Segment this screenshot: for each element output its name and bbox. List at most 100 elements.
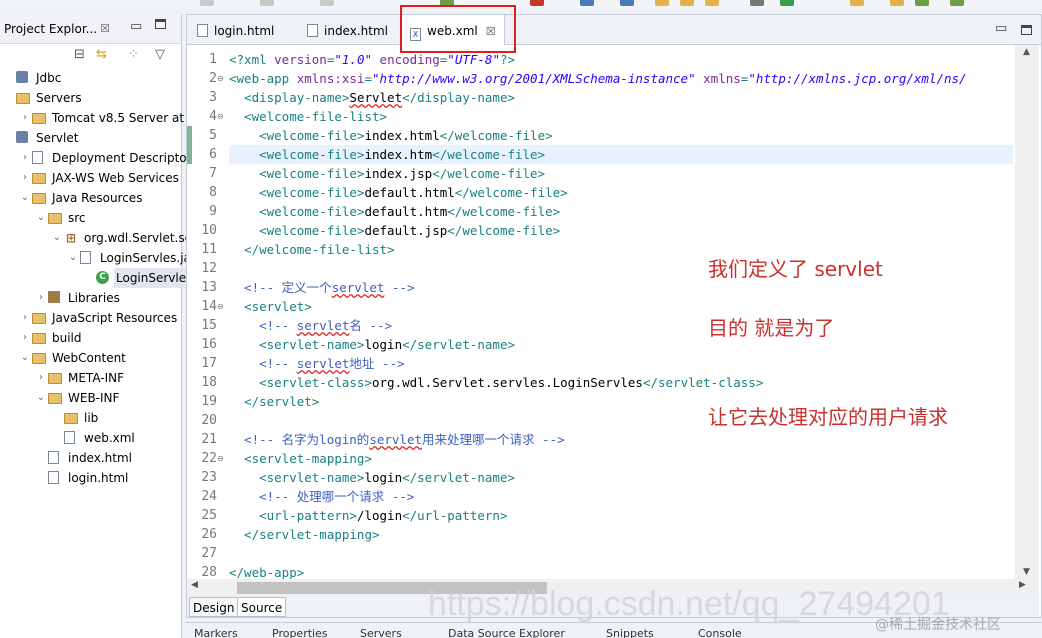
scroll-right-icon[interactable]: ▶ [1019,580,1026,590]
tree-item[interactable]: ⌄ WEB-INF [0,388,181,408]
toolbar-icon[interactable] [655,0,669,6]
toolbar-icon[interactable] [680,0,694,6]
expand-arrow-icon[interactable]: ⌄ [52,228,62,248]
tree-item[interactable]: › JAX-WS Web Services [0,168,181,188]
minimize-icon[interactable]: ▭ [130,19,142,34]
code-line: <welcome-file>default.htm</welcome-file> [229,202,1013,221]
tree-item[interactable]: › Tomcat v8.5 Server at lo [0,108,199,128]
tree-item[interactable]: login.html [0,468,181,488]
code-token: default.html [364,185,455,200]
toolbar-icon[interactable] [580,0,594,6]
toolbar-icon[interactable] [890,0,904,6]
toolbar-icon[interactable] [950,0,964,6]
toolbar-icon[interactable] [850,0,864,6]
tree-item[interactable]: ⌄ Java Resources [0,188,181,208]
expand-arrow-icon[interactable]: ⌄ [20,188,30,208]
tab-login-html[interactable]: login.html [191,15,280,45]
tree-item[interactable]: ⌄ ⊞ org.wdl.Servlet.ser [0,228,197,248]
tree-item-label: WEB-INF [68,391,120,405]
tree-item-label: index.html [68,451,132,465]
tree-item[interactable]: › META-INF [0,368,181,388]
toolbar-icon[interactable] [705,0,719,6]
watermark-site: @稀土掘金技术社区 [875,617,1001,633]
code-line: <url-pattern>/login</url-pattern> [229,506,1013,525]
tree-item[interactable]: Jdbc [0,68,181,88]
tab-design[interactable]: Design [189,597,239,617]
expand-arrow-icon[interactable]: ⌄ [36,388,46,408]
fold-icon[interactable]: ⊖ [217,107,224,126]
expand-arrow-icon[interactable]: ⌄ [20,348,30,368]
tab-source[interactable]: Source [237,597,287,617]
tree-item[interactable]: › Libraries [0,288,181,308]
expand-arrow-icon[interactable]: › [36,288,46,308]
package-icon: ⊞ [65,231,77,245]
project-explorer-title[interactable]: Project Explor... [4,22,97,36]
toolbar-icon[interactable] [620,0,634,6]
toolbar-icon[interactable] [200,0,214,6]
toolbar-icon[interactable] [260,0,274,6]
expand-arrow-icon[interactable]: › [20,308,30,328]
expand-arrow-icon[interactable]: › [20,148,30,168]
code-token: login [364,470,403,485]
fold-icon[interactable]: ⊖ [217,297,224,316]
maximize-icon[interactable] [1021,25,1032,35]
fold-icon[interactable]: ⊖ [217,69,224,88]
tree-item[interactable]: Servers [0,88,181,108]
panel-tab-console[interactable]: Console [698,627,742,638]
expand-arrow-icon[interactable]: › [20,108,30,128]
tree-item[interactable]: › JavaScript Resources [0,308,181,328]
expand-arrow-icon[interactable]: › [36,368,46,388]
panel-tab-servers[interactable]: Servers [360,627,402,638]
toolbar-icon[interactable] [530,0,544,6]
toolbar-icon[interactable] [780,0,794,6]
tree-item[interactable]: ⌄ LoginServles.jav [0,248,198,268]
code-area[interactable]: <?xml version="1.0" encoding="UTF-8"?> <w… [229,45,1013,579]
tree-item[interactable]: lib [0,408,181,428]
toolbar-icon[interactable] [750,0,764,6]
expand-arrow-icon[interactable]: ⌄ [68,248,78,268]
tree-item[interactable]: › build [0,328,181,348]
view-menu-icon[interactable]: ▽ [155,47,165,62]
folder-icon [32,193,46,204]
filter-icon[interactable]: ⁘ [128,47,139,62]
code-token: <servlet> [229,299,312,314]
code-token: <welcome-file> [229,128,365,143]
collapse-all-icon[interactable]: ⊟ [74,47,85,62]
panel-tab-properties[interactable]: Properties [272,627,328,638]
panel-tab-snippets[interactable]: Snippets [606,627,654,638]
tree-item[interactable]: ⌄ src [0,208,181,228]
close-icon[interactable]: ☒ [100,22,110,35]
tree-item[interactable]: index.html [0,448,181,468]
tree-item[interactable]: ⌄ WebContent [0,348,181,368]
toolbar-icon[interactable] [320,0,334,6]
expand-arrow-icon[interactable]: › [20,168,30,188]
vertical-scrollbar[interactable]: ▲ ▼ [1015,45,1039,579]
line-number: 27 [201,546,217,561]
code-token: </welcome-file> [447,223,561,238]
code-token: servlet [296,356,350,371]
tree-item-label: Deployment Descriptor: [52,151,196,165]
tree-item[interactable]: Servlet [0,128,181,148]
expand-arrow-icon[interactable]: ⌄ [36,208,46,228]
code-token: xmlns [703,71,741,86]
expand-arrow-icon[interactable]: › [20,328,30,348]
toolbar-icon[interactable] [915,0,929,6]
scroll-up-icon[interactable]: ▲ [1023,47,1030,57]
tree-item[interactable]: › Deployment Descriptor: [0,148,195,168]
panel-tab-data-source-explorer[interactable]: Data Source Explorer [448,627,565,638]
scroll-down-icon[interactable]: ▼ [1023,567,1030,577]
line-number: 16 [201,337,217,352]
fold-icon[interactable]: ⊖ [217,449,224,468]
link-editor-icon[interactable]: ⇆ [96,47,107,62]
folder-icon [48,213,62,224]
minimize-icon[interactable]: ▭ [995,21,1007,36]
tree-item[interactable]: web.xml [0,428,181,448]
tree-item[interactable]: C LoginServles [0,268,195,288]
code-token: </servlet-name> [402,470,515,485]
tab-index-html[interactable]: index.html [301,15,394,45]
maximize-icon[interactable] [155,19,166,29]
project-icon [16,71,28,83]
panel-tab-markers[interactable]: Markers [194,627,238,638]
class-icon: C [96,271,109,284]
scroll-left-icon[interactable]: ◀ [191,580,198,590]
